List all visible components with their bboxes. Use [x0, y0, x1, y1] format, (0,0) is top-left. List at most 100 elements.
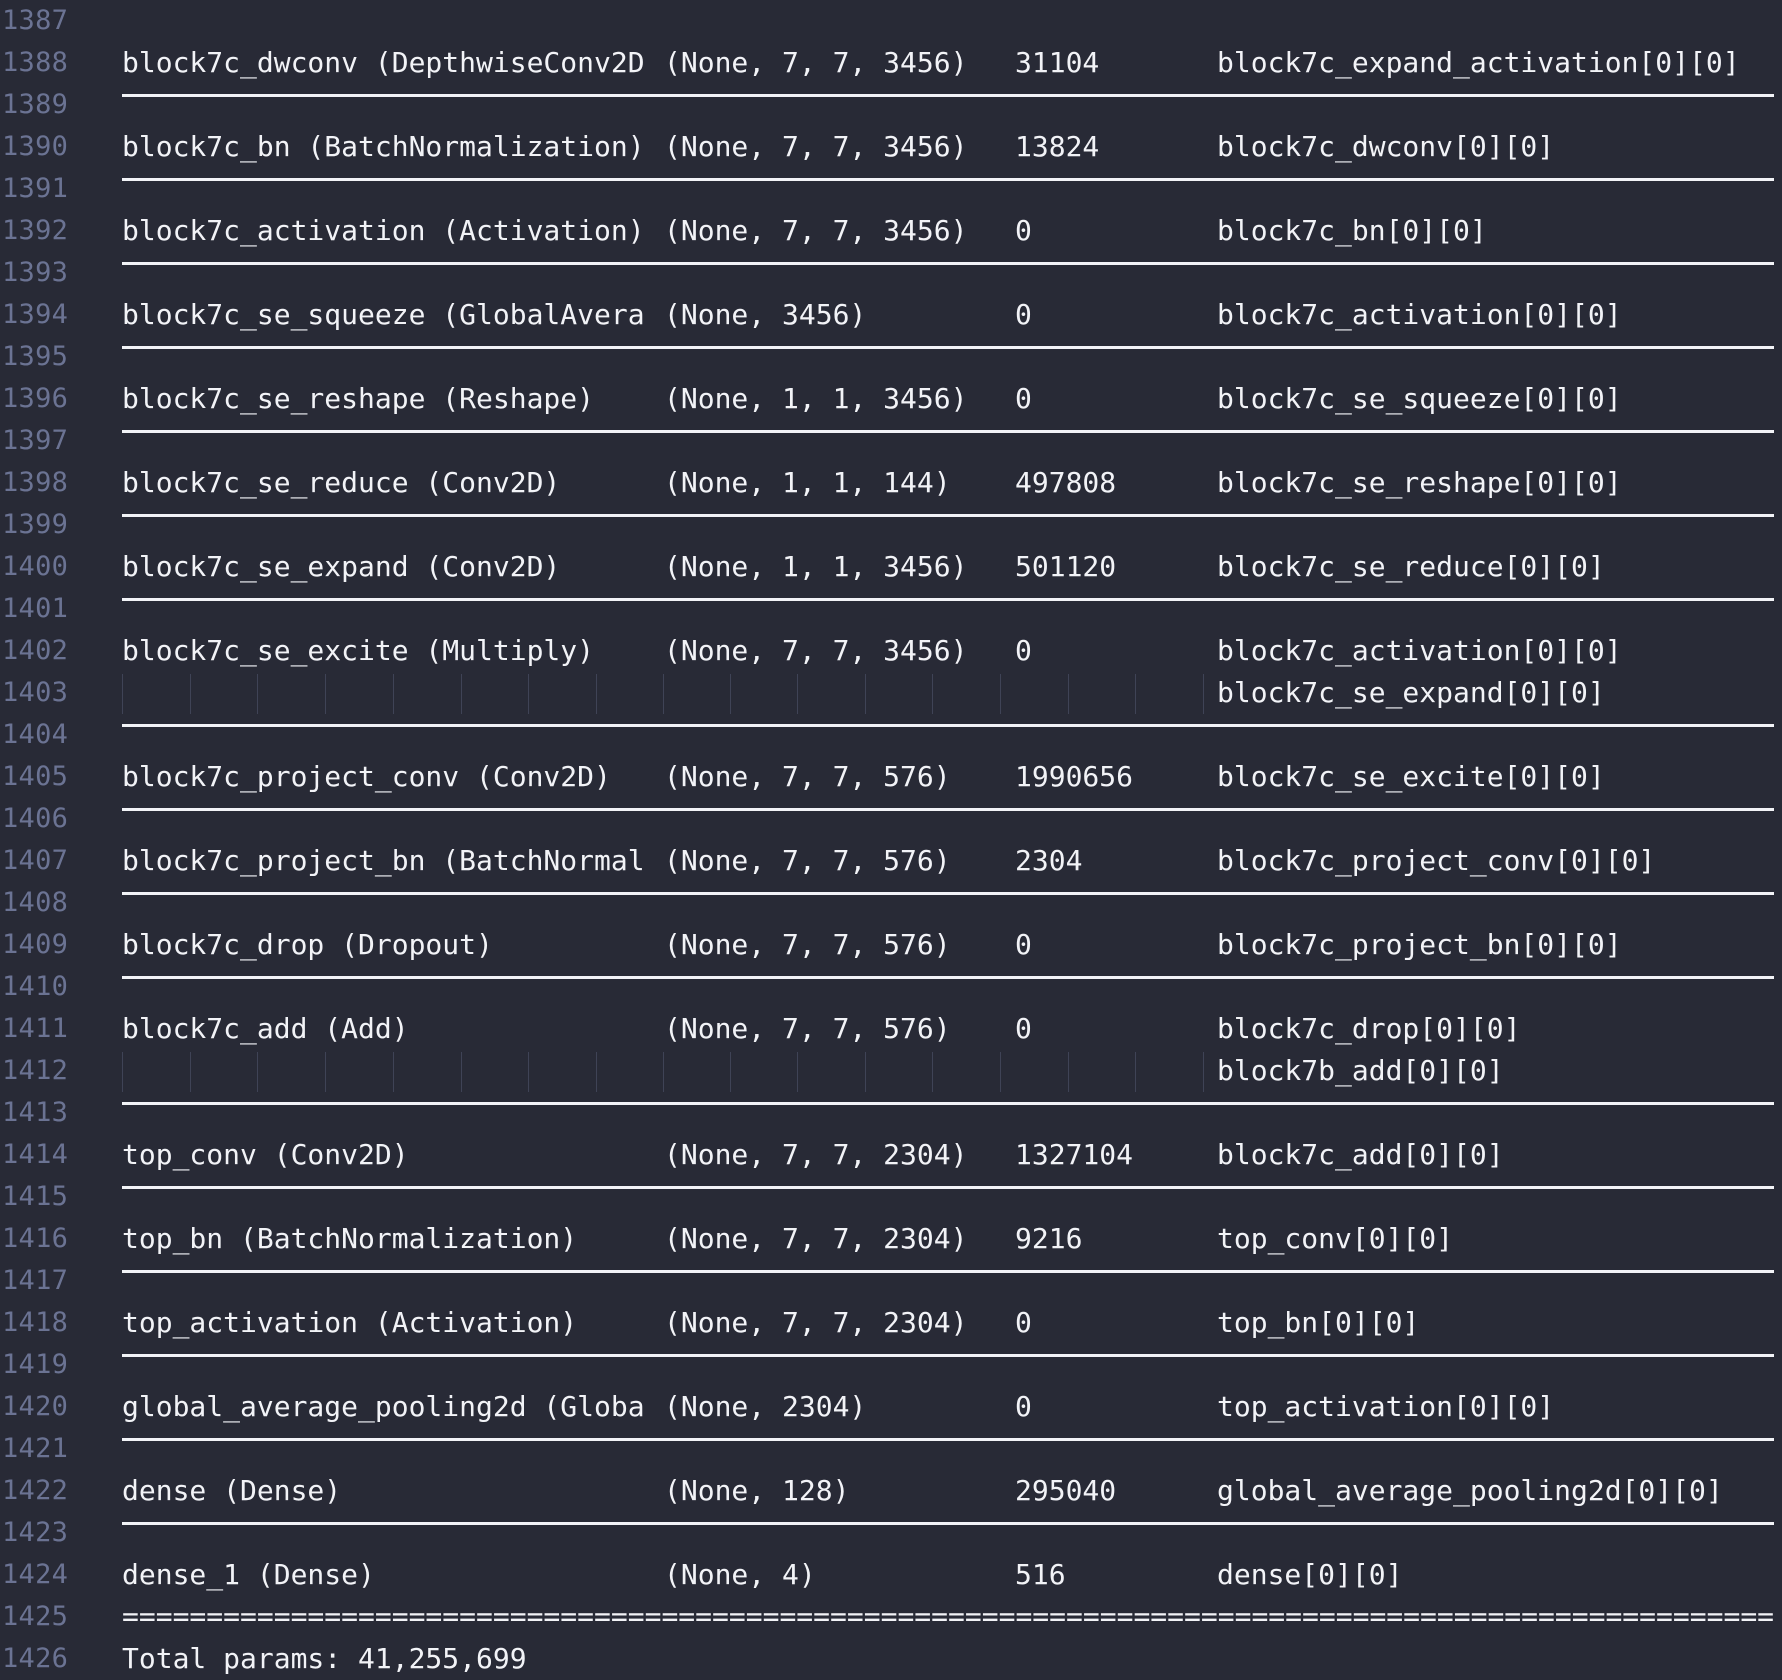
code-line[interactable]: 1391	[0, 168, 1782, 210]
code-line[interactable]: 1413	[0, 1092, 1782, 1134]
line-number: 1406	[2, 803, 69, 834]
indent-guide	[528, 674, 529, 714]
code-line[interactable]: 1414 top_conv (Conv2D) (None, 7, 7, 2304) 1…	[0, 1134, 1782, 1176]
code-line[interactable]: 1388 block7c_dwconv (DepthwiseConv2D (None…	[0, 42, 1782, 84]
param-count-cell: 0	[1015, 1390, 1032, 1423]
code-line[interactable]: 1407 block7c_project_bn (BatchNormal (None…	[0, 840, 1782, 882]
code-line[interactable]: 1409 block7c_drop (Dropout) (None, 7, 7, 5…	[0, 924, 1782, 966]
connected-to-cell: block7c_se_reduce[0][0]	[1217, 550, 1605, 583]
indent-guide	[393, 1052, 394, 1092]
connected-to-cell: block7c_se_expand[0][0]	[1217, 676, 1605, 709]
layer-name-cell: block7c_se_reshape (Reshape)	[122, 382, 595, 415]
connected-to-cell: block7c_bn[0][0]	[1217, 214, 1487, 247]
code-line[interactable]: 1422 dense (Dense) (None, 128) 295040 global…	[0, 1470, 1782, 1512]
connected-to-cell: global_average_pooling2d[0][0]	[1217, 1474, 1723, 1507]
indent-guide	[1203, 674, 1204, 714]
line-number: 1416	[2, 1223, 69, 1254]
table-separator-line	[122, 1438, 1774, 1441]
layer-name-cell: dense_1 (Dense)	[122, 1558, 375, 1591]
connected-to-cell: block7c_dwconv[0][0]	[1217, 130, 1555, 163]
line-number: 1415	[2, 1181, 69, 1212]
code-line[interactable]: 1401	[0, 588, 1782, 630]
output-shape-cell: (None, 7, 7, 2304)	[664, 1222, 968, 1255]
code-line[interactable]: 1410	[0, 966, 1782, 1008]
layer-name-cell: top_activation (Activation)	[122, 1306, 578, 1339]
output-shape-cell: (None, 7, 7, 2304)	[664, 1138, 968, 1171]
line-number: 1409	[2, 929, 69, 960]
layer-name-cell: block7c_dwconv (DepthwiseConv2D	[122, 46, 645, 79]
indent-guide	[325, 674, 326, 714]
table-separator-line	[122, 1186, 1774, 1189]
code-line[interactable]: 1417	[0, 1260, 1782, 1302]
indent-guide	[596, 674, 597, 714]
code-line[interactable]: 1421	[0, 1428, 1782, 1470]
code-line[interactable]: 1404	[0, 714, 1782, 756]
param-count-cell: 9216	[1015, 1222, 1083, 1255]
indent-guide	[865, 674, 866, 714]
table-separator-line	[122, 1270, 1774, 1273]
layer-name-cell: block7c_se_squeeze (GlobalAvera	[122, 298, 645, 331]
output-shape-cell: (None, 7, 7, 576)	[664, 928, 951, 961]
output-shape-cell: (None, 7, 7, 2304)	[664, 1306, 968, 1339]
code-line[interactable]: 1412 block7b_add[0][0]	[0, 1050, 1782, 1092]
code-line[interactable]: 1393	[0, 252, 1782, 294]
line-number: 1420	[2, 1391, 69, 1422]
code-line[interactable]: 1400 block7c_se_expand (Conv2D) (None, 1, …	[0, 546, 1782, 588]
code-line[interactable]: 1399	[0, 504, 1782, 546]
code-line[interactable]: 1402 block7c_se_excite (Multiply) (None, 7…	[0, 630, 1782, 672]
code-line[interactable]: 1403 block7c_se_expand[0][0]	[0, 672, 1782, 714]
code-line[interactable]: 1419	[0, 1344, 1782, 1386]
code-line[interactable]: 1415	[0, 1176, 1782, 1218]
output-shape-cell: (None, 1, 1, 3456)	[664, 550, 968, 583]
table-double-rule: ========================================…	[122, 1600, 1774, 1633]
code-line[interactable]: 1390 block7c_bn (BatchNormalization) (None…	[0, 126, 1782, 168]
indent-guide	[461, 1052, 462, 1092]
code-line[interactable]: 1405 block7c_project_conv (Conv2D) (None, …	[0, 756, 1782, 798]
connected-to-cell: block7c_project_bn[0][0]	[1217, 928, 1622, 961]
code-line[interactable]: 1420 global_average_pooling2d (Globa (None…	[0, 1386, 1782, 1428]
code-line[interactable]: 1394 block7c_se_squeeze (GlobalAvera (None…	[0, 294, 1782, 336]
indent-guide	[1203, 1052, 1204, 1092]
output-shape-cell: (None, 2304)	[664, 1390, 867, 1423]
param-count-cell: 497808	[1015, 466, 1117, 499]
connected-to-cell: block7c_se_squeeze[0][0]	[1217, 382, 1622, 415]
code-editor[interactable]: 1387 1388 block7c_dwconv (DepthwiseConv2D (…	[0, 0, 1782, 1678]
output-shape-cell: (None, 7, 7, 3456)	[664, 130, 968, 163]
param-count-cell: 0	[1015, 1306, 1032, 1339]
line-number: 1392	[2, 215, 69, 246]
table-separator-line	[122, 346, 1774, 349]
code-line[interactable]: 1396 block7c_se_reshape (Reshape) (None, 1…	[0, 378, 1782, 420]
code-line[interactable]: 1425 ====================================…	[0, 1596, 1782, 1638]
code-line[interactable]: 1424 dense_1 (Dense) (None, 4) 516 dense[0][…	[0, 1554, 1782, 1596]
code-line[interactable]: 1406	[0, 798, 1782, 840]
table-separator-line	[122, 262, 1774, 265]
table-separator-line	[122, 178, 1774, 181]
param-count-cell: 501120	[1015, 550, 1117, 583]
table-separator-line	[122, 808, 1774, 811]
line-number: 1405	[2, 761, 69, 792]
code-line[interactable]: 1416 top_bn (BatchNormalization) (None, 7,…	[0, 1218, 1782, 1260]
line-number: 1399	[2, 509, 69, 540]
line-number: 1419	[2, 1349, 69, 1380]
param-count-cell: 295040	[1015, 1474, 1117, 1507]
code-line[interactable]: 1395	[0, 336, 1782, 378]
output-shape-cell: (None, 7, 7, 576)	[664, 844, 951, 877]
code-line[interactable]: 1392 block7c_activation (Activation) (None…	[0, 210, 1782, 252]
code-line[interactable]: 1397	[0, 420, 1782, 462]
line-number: 1394	[2, 299, 69, 330]
code-line[interactable]: 1426 Total params: 41,255,699	[0, 1638, 1782, 1680]
code-line[interactable]: 1398 block7c_se_reduce (Conv2D) (None, 1, …	[0, 462, 1782, 504]
output-shape-cell: (None, 7, 7, 3456)	[664, 634, 968, 667]
code-line[interactable]: 1387	[0, 0, 1782, 42]
code-line[interactable]: 1423	[0, 1512, 1782, 1554]
code-line[interactable]: 1408	[0, 882, 1782, 924]
line-number: 1413	[2, 1097, 69, 1128]
output-shape-cell: (None, 1, 1, 144)	[664, 466, 951, 499]
code-line[interactable]: 1418 top_activation (Activation) (None, 7,…	[0, 1302, 1782, 1344]
line-number: 1414	[2, 1139, 69, 1170]
indent-guide	[596, 1052, 597, 1092]
layer-name-cell: block7c_project_conv (Conv2D)	[122, 760, 611, 793]
line-number: 1389	[2, 89, 69, 120]
code-line[interactable]: 1389	[0, 84, 1782, 126]
code-line[interactable]: 1411 block7c_add (Add) (None, 7, 7, 576) 0 b…	[0, 1008, 1782, 1050]
